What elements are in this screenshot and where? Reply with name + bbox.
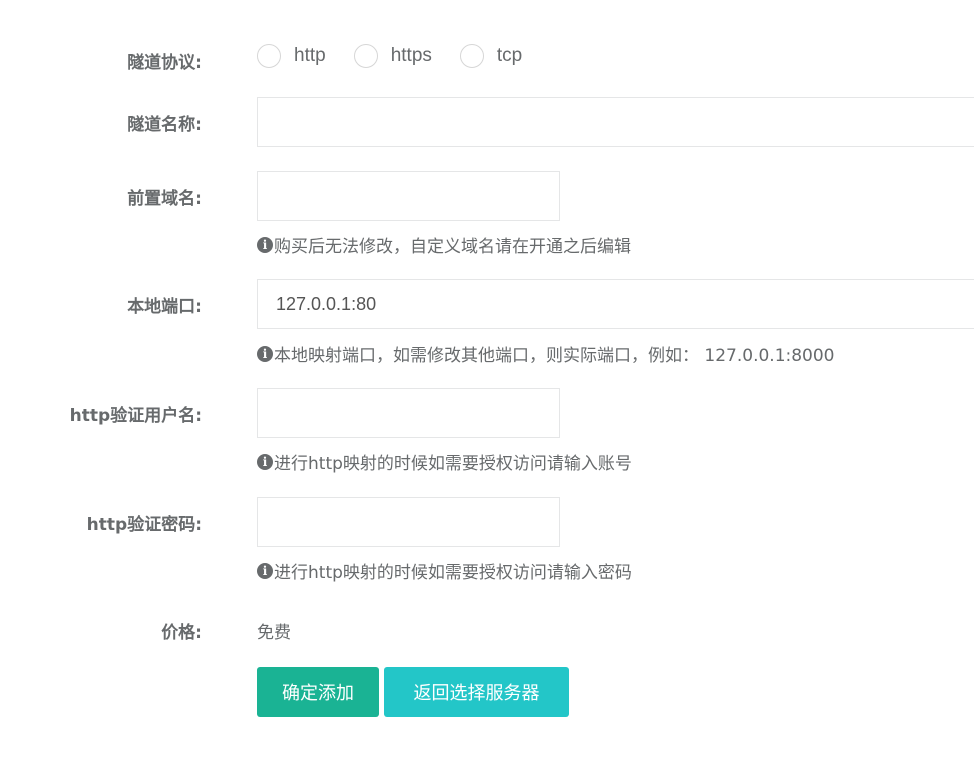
tunnel-name-label: 隧道名称:: [127, 115, 202, 135]
http-password-input[interactable]: [257, 497, 560, 547]
http-user-help: i 进行http映射的时候如需要授权访问请输入账号: [257, 449, 632, 474]
info-icon: i: [257, 562, 273, 579]
back-to-server-button[interactable]: 返回选择服务器: [384, 667, 569, 717]
radio-tcp[interactable]: tcp: [459, 44, 523, 68]
radio-tcp-label: tcp: [496, 45, 523, 66]
protocol-label: 隧道协议:: [127, 53, 202, 73]
info-icon: i: [257, 236, 273, 253]
http-user-label: http验证用户名:: [69, 406, 202, 426]
http-password-label: http验证密码:: [86, 515, 202, 535]
prefix-domain-label: 前置域名:: [127, 189, 202, 209]
prefix-domain-help-text: 购买后无法修改，自定义域名请在开通之后编辑: [274, 237, 631, 257]
prefix-domain-help: i 购买后无法修改，自定义域名请在开通之后编辑: [257, 232, 631, 257]
local-port-help-text: 本地映射端口，如需修改其他端口，则实际端口，例如： 127.0.0.1:8000: [274, 346, 835, 366]
local-port-label: 本地端口:: [127, 297, 202, 317]
protocol-radio-group: http https tcp: [257, 44, 550, 68]
http-password-help: i 进行http映射的时候如需要授权访问请输入密码: [257, 558, 632, 583]
price-label: 价格:: [161, 623, 202, 643]
radio-https-label: https: [390, 45, 432, 66]
local-port-input[interactable]: [257, 279, 974, 329]
info-icon: i: [257, 345, 273, 362]
info-icon: i: [257, 453, 273, 470]
local-port-help: i 本地映射端口，如需修改其他端口，则实际端口，例如： 127.0.0.1:80…: [257, 341, 835, 366]
price-value: 免费: [257, 623, 291, 643]
tunnel-name-input[interactable]: [257, 97, 974, 147]
http-user-help-text: 进行http映射的时候如需要授权访问请输入账号: [274, 454, 632, 474]
radio-tcp-circle[interactable]: [459, 44, 484, 68]
radio-https-circle[interactable]: [353, 44, 378, 68]
radio-http-circle[interactable]: [257, 44, 281, 68]
radio-http[interactable]: http: [257, 44, 326, 68]
radio-http-label: http: [294, 45, 326, 66]
prefix-domain-input[interactable]: [257, 171, 560, 221]
confirm-add-button[interactable]: 确定添加: [257, 667, 379, 717]
radio-https[interactable]: https: [353, 44, 432, 68]
http-user-input[interactable]: [257, 388, 560, 438]
http-password-help-text: 进行http映射的时候如需要授权访问请输入密码: [274, 563, 632, 583]
